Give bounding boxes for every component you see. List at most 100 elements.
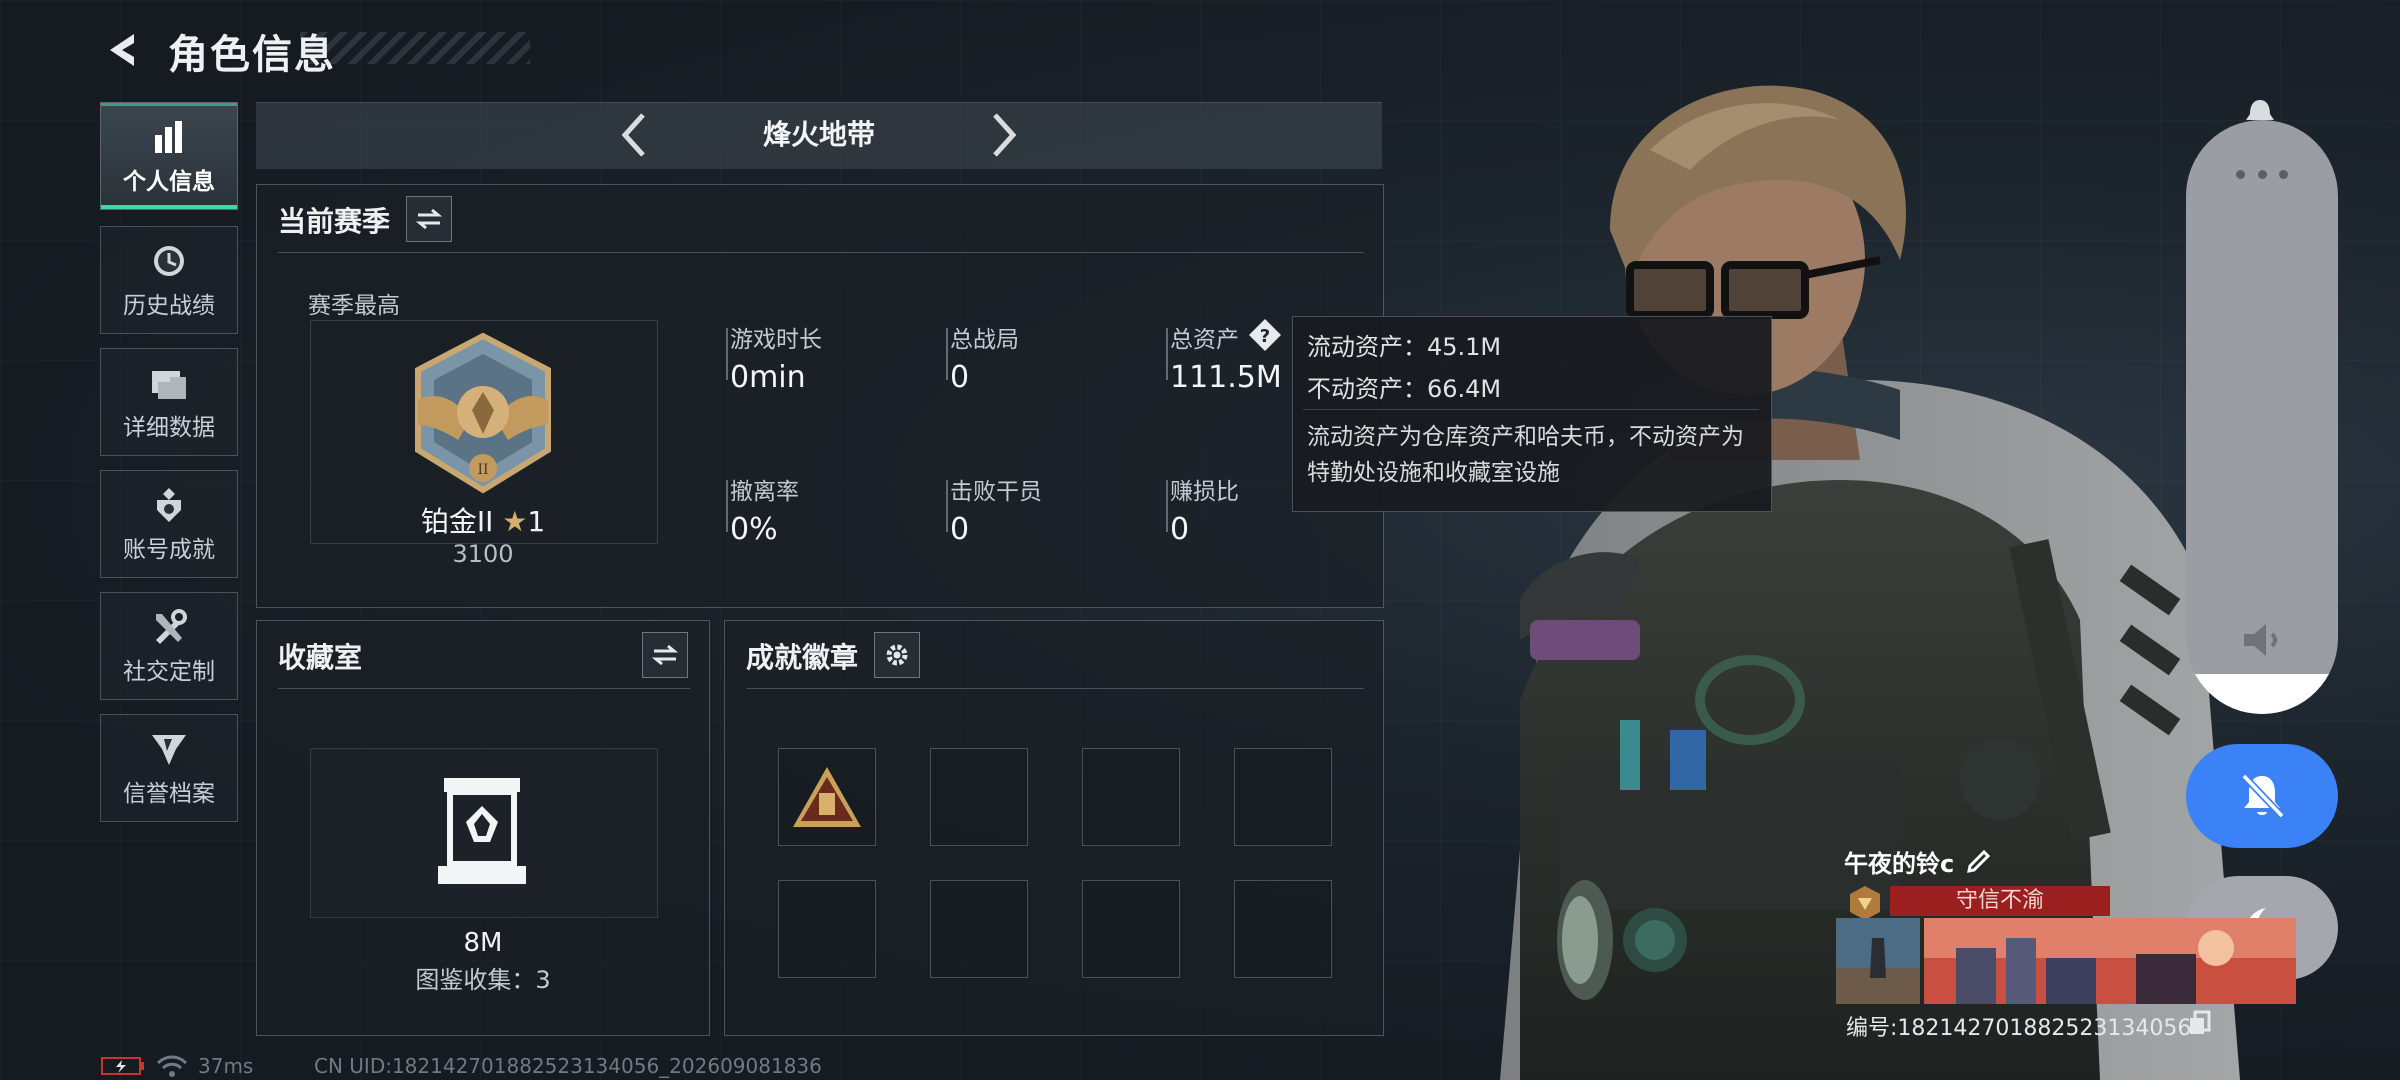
- stat-label-operators-defeated: 击败干员: [950, 479, 1042, 505]
- gear-icon: [886, 644, 908, 666]
- back-arrow-icon: [110, 34, 134, 66]
- svg-text:II: II: [477, 462, 488, 478]
- battery-charging-icon: [101, 1057, 144, 1075]
- tooltip-liquid-assets: 流动资产：45.1M: [1307, 333, 1502, 361]
- speaker-icon: [2244, 624, 2277, 656]
- stat-divider: [1166, 328, 1168, 380]
- achievements-title: 成就徽章: [746, 641, 859, 674]
- tooltip-note: 流动资产为仓库资产和哈夫币，不动资产为特勤处设施和收藏室设施: [1307, 424, 1744, 486]
- divider: [746, 688, 1364, 689]
- season-switch-button[interactable]: [406, 196, 452, 242]
- bell-off-icon: [2241, 773, 2285, 819]
- clock-history-icon: [150, 240, 188, 282]
- collection-switch-button[interactable]: [642, 632, 688, 678]
- star-icon: ★: [502, 505, 528, 538]
- stat-divider: [1166, 480, 1168, 532]
- stat-value-total-matches: 0: [950, 360, 970, 395]
- nav-item-label: 详细数据: [123, 415, 215, 441]
- rank-stars: 1: [527, 505, 546, 538]
- credit-badge-icon: [1850, 886, 1880, 920]
- divider: [278, 688, 690, 689]
- nav-item-achievements[interactable]: 账号成就: [100, 470, 238, 578]
- nav-item-personal-info[interactable]: 个人信息: [100, 102, 238, 210]
- rank-emblem-icon: II: [415, 332, 551, 494]
- nav-item-reputation[interactable]: 信誉档案: [100, 714, 238, 822]
- collection-value: 8M: [463, 928, 503, 958]
- volume-slider[interactable]: [2186, 120, 2338, 714]
- stat-value-playtime: 0min: [730, 360, 806, 395]
- nav-item-label: 社交定制: [123, 659, 215, 685]
- stat-divider: [726, 480, 728, 532]
- collection-title: 收藏室: [278, 641, 363, 674]
- achievement-icon: [151, 484, 187, 526]
- reputation-icon: [150, 728, 188, 770]
- stat-value-profit-ratio: 0: [1170, 512, 1190, 547]
- rank-info: 铂金II ★1: [310, 500, 656, 540]
- divider: [278, 252, 1364, 253]
- nav-item-label: 账号成就: [123, 537, 215, 563]
- swap-icon: [652, 644, 678, 666]
- question-icon: ?: [1249, 319, 1281, 351]
- nav-item-label: 个人信息: [123, 169, 215, 195]
- player-name: 午夜的铃c: [1844, 850, 1955, 878]
- badge-slot[interactable]: [1234, 748, 1332, 846]
- badge-slot[interactable]: [778, 880, 876, 978]
- stat-label-extraction-rate: 撤离率: [730, 479, 799, 505]
- tooltip-fixed-assets: 不动资产：66.4M: [1307, 375, 1502, 403]
- rank-name: 铂金II: [420, 505, 494, 538]
- nav-item-detail-data[interactable]: 详细数据: [100, 348, 238, 456]
- pencil-icon: [1967, 849, 1991, 873]
- folders-icon: [150, 362, 188, 404]
- assets-help-button[interactable]: ?: [1248, 318, 1282, 352]
- nav-item-social[interactable]: 社交定制: [100, 592, 238, 700]
- stat-label-total-matches: 总战局: [950, 327, 1019, 353]
- volume-level: [2186, 674, 2338, 714]
- mode-label: 烽火地带: [762, 118, 875, 151]
- player-banner[interactable]: [1836, 918, 2296, 1004]
- stat-divider: [946, 328, 948, 380]
- player-title-badge: 守信不渝: [1890, 886, 2110, 916]
- copy-icon[interactable]: [2188, 1010, 2212, 1036]
- badge-slot[interactable]: [1082, 748, 1180, 846]
- svg-text:?: ?: [1260, 326, 1270, 347]
- back-button[interactable]: [96, 24, 148, 76]
- rank-points: 3100: [452, 540, 514, 568]
- season-best-label: 赛季最高: [308, 293, 400, 319]
- badge-slot[interactable]: [1234, 880, 1332, 978]
- edit-name-button[interactable]: [1964, 844, 1994, 874]
- assets-tooltip: 流动资产：45.1M 不动资产：66.4M 流动资产为仓库资产和哈夫币，不动资产…: [1292, 316, 1772, 512]
- stat-divider: [726, 328, 728, 380]
- swap-icon: [416, 208, 442, 230]
- badge-slot[interactable]: [1082, 880, 1180, 978]
- more-options-icon[interactable]: [2236, 170, 2288, 180]
- player-id: 编号:182142701882523134056: [1846, 1016, 2192, 1041]
- mode-next-button[interactable]: [974, 106, 1034, 164]
- stat-label-playtime: 游戏时长: [730, 327, 822, 353]
- display-case-icon: [438, 778, 526, 884]
- achievements-settings-button[interactable]: [874, 632, 920, 678]
- nav-item-history[interactable]: 历史战绩: [100, 226, 238, 334]
- uid-text: CN UID:182142701882523134056_20260908183…: [314, 1054, 822, 1078]
- tools-icon: [150, 606, 188, 648]
- nav-item-label: 历史战绩: [123, 293, 215, 319]
- bar-chart-icon: [151, 116, 187, 158]
- divider: [1303, 409, 1759, 410]
- ping-text: 37ms: [198, 1054, 254, 1078]
- collection-count: 图鉴收集：3: [415, 966, 551, 994]
- badge-slot[interactable]: [930, 880, 1028, 978]
- nav-item-label: 信誉档案: [123, 781, 215, 807]
- chevron-right-icon: [993, 113, 1017, 157]
- wifi-icon: [156, 1055, 188, 1077]
- stat-value-total-assets: 111.5M: [1170, 360, 1282, 395]
- stat-divider: [946, 480, 948, 532]
- pyramid-badge-icon: [793, 767, 861, 827]
- season-title: 当前赛季: [278, 205, 391, 238]
- stat-label-total-assets: 总资产: [1170, 327, 1239, 353]
- badge-slot[interactable]: [930, 748, 1028, 846]
- stat-label-profit-ratio: 赚损比: [1170, 479, 1239, 505]
- mute-toggle-button[interactable]: [2186, 744, 2338, 848]
- stat-value-extraction-rate: 0%: [730, 512, 778, 547]
- stat-value-operators-defeated: 0: [950, 512, 970, 547]
- page-title: 角色信息: [168, 32, 336, 78]
- badge-slot[interactable]: [778, 748, 876, 846]
